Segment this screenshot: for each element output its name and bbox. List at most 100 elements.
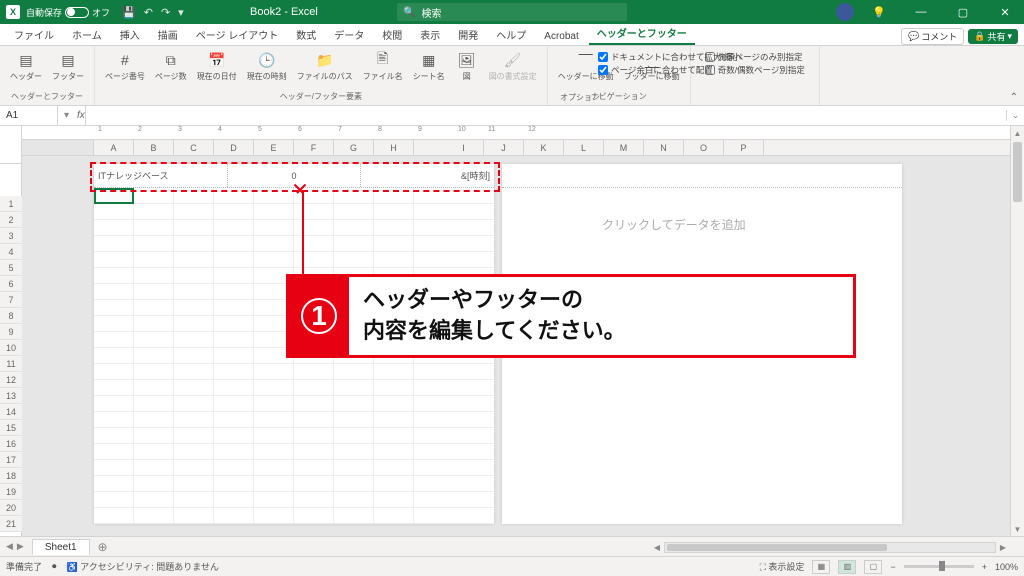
fx-icon[interactable]: fx [77,110,85,121]
page-break-view-button[interactable]: ▢ [864,560,882,574]
autosave-toggle[interactable]: 自動保存 オフ [26,6,110,19]
col-header[interactable]: L [564,140,604,155]
align-margins-checkbox[interactable]: ページ余白に合わせて配置 [598,64,741,76]
comments-button[interactable]: 💬 コメント [901,28,964,45]
scroll-down-icon[interactable]: ▼ [1011,522,1024,536]
display-settings-button[interactable]: ⛶ 表示設定 [760,560,805,573]
scroll-left-icon[interactable]: ◀ [650,543,664,552]
formula-bar[interactable] [85,106,1006,125]
minimize-button[interactable]: — [904,0,938,24]
current-time-button[interactable]: 🕒現在の時刻 [243,49,291,90]
row-header[interactable]: 16 [0,436,22,452]
row-header[interactable]: 5 [0,260,22,276]
tab-acrobat[interactable]: Acrobat [536,28,586,45]
row-header[interactable]: 18 [0,468,22,484]
zoom-out-button[interactable]: − [890,562,895,572]
coming-soon-icon[interactable]: 💡 [862,0,896,24]
select-all-corner[interactable] [0,126,21,164]
row-header[interactable]: 14 [0,404,22,420]
row-header[interactable]: 10 [0,340,22,356]
row-header[interactable]: 17 [0,452,22,468]
search-box[interactable]: 🔍 検索 [397,3,627,21]
page-layout-view-button[interactable]: ▥ [838,560,856,574]
row-header[interactable]: 15 [0,420,22,436]
tab-help[interactable]: ヘルプ [488,24,534,45]
switch-off-icon[interactable] [65,7,89,18]
col-header[interactable]: E [254,140,294,155]
row-header[interactable]: 1 [0,196,22,212]
tab-file[interactable]: ファイル [6,24,62,45]
header-left-field[interactable]: ITナレッジベース [94,164,228,187]
tab-page-layout[interactable]: ページ レイアウト [188,24,287,45]
current-date-button[interactable]: 📅現在の日付 [193,49,241,90]
col-header[interactable]: G [334,140,374,155]
sheet-tab[interactable]: Sheet1 [32,539,90,555]
redo-icon[interactable]: ↷ [161,6,170,19]
zoom-in-button[interactable]: + [982,562,987,572]
horizontal-scrollbar[interactable]: ◀ ▶ [650,540,1010,554]
row-header[interactable]: 9 [0,324,22,340]
col-header[interactable]: H [374,140,414,155]
tab-draw[interactable]: 描画 [150,24,186,45]
tab-review[interactable]: 校閲 [374,24,410,45]
header-button[interactable]: ▤ヘッダー [6,49,46,90]
row-header[interactable]: 21 [0,516,22,532]
row-header[interactable]: 19 [0,484,22,500]
header-right-field[interactable]: &[時刻] [361,164,494,187]
sheet-name-button[interactable]: ▦シート名 [409,49,449,90]
col-header[interactable]: F [294,140,334,155]
page-number-button[interactable]: #ページ番号 [101,49,149,90]
next-sheet-icon[interactable]: ▶ [17,541,24,552]
normal-view-button[interactable]: ▦ [812,560,830,574]
zoom-slider[interactable] [904,565,974,568]
row-header[interactable]: 12 [0,372,22,388]
row-header[interactable]: 13 [0,388,22,404]
col-header[interactable]: K [524,140,564,155]
tab-header-footer[interactable]: ヘッダーとフッター [589,22,695,45]
col header header;[interactable]: P [724,140,764,155]
accessibility-status[interactable]: ♿ アクセシビリティ: 問題ありません [67,560,219,573]
tab-home[interactable]: ホーム [64,24,110,45]
tab-insert[interactable]: 挿入 [112,24,148,45]
col-header[interactable]: A [94,140,134,155]
row-header[interactable]: 7 [0,292,22,308]
vertical-scrollbar[interactable]: ▲ ▼ [1010,126,1024,536]
close-button[interactable]: ✕ [988,0,1022,24]
col-header[interactable]: N [644,140,684,155]
col-header[interactable]: C [174,140,214,155]
scroll-right-icon[interactable]: ▶ [996,543,1010,552]
col-header[interactable]: M [604,140,644,155]
row-header[interactable]: 4 [0,244,22,260]
footer-button[interactable]: ▤フッター [48,49,88,90]
new-sheet-button[interactable]: ⊕ [94,538,112,556]
prev-sheet-icon[interactable]: ◀ [6,541,13,552]
tab-view[interactable]: 表示 [412,24,448,45]
scroll-up-icon[interactable]: ▲ [1011,126,1024,140]
page-count-button[interactable]: ⧉ページ数 [151,49,191,90]
row-header[interactable]: 6 [0,276,22,292]
tab-formulas[interactable]: 数式 [288,24,324,45]
tab-developer[interactable]: 開発 [450,24,486,45]
sheet-canvas[interactable]: 123456789101112 A B C D E F G H I J K L … [22,126,1010,536]
scroll-thumb[interactable] [1013,142,1022,202]
file-name-button[interactable]: 🖹ファイル名 [359,49,407,90]
save-icon[interactable]: 💾 [122,6,136,19]
file-path-button[interactable]: 📁ファイルのパス [293,49,357,90]
name-box[interactable]: A1 [0,106,58,125]
scale-with-doc-checkbox[interactable]: ドキュメントに合わせて拡大/縮小 [598,51,741,63]
row-header[interactable]: 20 [0,500,22,516]
row-header[interactable]: 3 [0,228,22,244]
zoom-level[interactable]: 100% [995,562,1018,572]
picture-button[interactable]: 🖼図 [451,49,483,90]
col-header[interactable]: J [484,140,524,155]
scroll-thumb[interactable] [667,544,887,551]
user-avatar[interactable] [836,3,854,21]
macro-record-icon[interactable]: ⏺ [52,561,57,572]
tab-data[interactable]: データ [326,24,372,45]
row-header[interactable]: 11 [0,356,22,372]
active-cell[interactable] [94,188,134,204]
share-button[interactable]: 🔒 共有 ▾ [968,29,1018,44]
col-header[interactable]: B [134,140,174,155]
row-header[interactable]: 8 [0,308,22,324]
col-header[interactable]: D [214,140,254,155]
